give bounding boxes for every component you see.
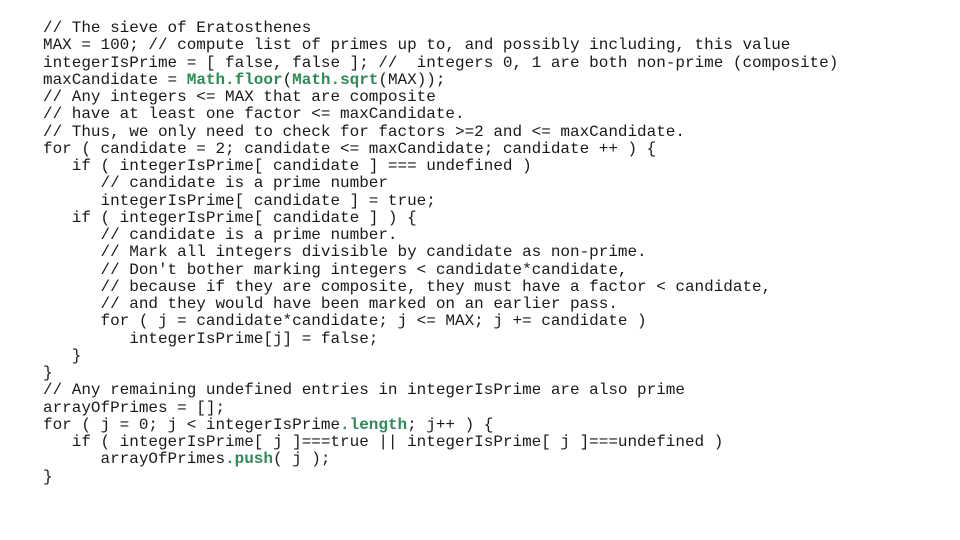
code-line: if ( integerIsPrime[ candidate ] === und… [43,157,838,175]
code-text: if ( integerIsPrime[ candidate ] ) { [43,208,417,227]
code-text: ( [282,70,293,89]
code-text: if ( integerIsPrime[ candidate ] === und… [43,157,532,175]
code-text: for ( j = 0; j < integerIsPrime [43,415,341,434]
builtin-method: .push [225,450,273,469]
code-text: ( j ); [272,450,331,469]
code-text: // Don't bother marking integers < candi… [43,260,628,279]
code-text: for ( j = candidate*candidate; j <= MAX;… [43,312,647,331]
code-text: integerIsPrime[j] = false; [43,329,379,348]
code-line: if ( integerIsPrime[ j ]===true || integ… [43,433,838,451]
code-text: // The sieve of Eratosthenes [43,19,312,37]
code-line: // Don't bother marking integers < candi… [43,260,838,279]
code-text: } [43,467,53,486]
code-line: // candidate is a prime number. [43,226,838,244]
builtin-method: Math.sqrt [292,70,379,89]
code-text: // and they would have been marked on an… [43,295,618,313]
code-text: for ( candidate = 2; candidate <= maxCan… [43,139,657,158]
builtin-method: Math.floor [186,70,283,89]
code-text: integerIsPrime[ candidate ] = true; [43,191,436,210]
code-text: if ( integerIsPrime[ j ]===true || integ… [43,433,724,451]
code-text: } [43,346,82,365]
code-line: for ( j = candidate*candidate; j <= MAX;… [43,313,838,330]
code-line: integerIsPrime[j] = false; [43,329,838,348]
code-line: for ( j = 0; j < integerIsPrime.length; … [43,415,838,434]
code-line: // because if they are composite, they m… [43,277,838,296]
code-line: } [43,364,838,382]
code-line: arrayOfPrimes = []; [43,398,838,417]
code-text: // candidate is a prime number. [43,226,398,244]
code-text: arrayOfPrimes [43,450,226,469]
code-line: // have at least one factor <= maxCandid… [43,106,838,123]
code-line: arrayOfPrimes.push( j ); [43,451,838,468]
code-text: // candidate is a prime number [43,174,388,193]
code-text: integerIsPrime = [ false, false ]; // in… [43,53,839,72]
code-line: for ( candidate = 2; candidate <= maxCan… [43,139,838,158]
code-line: MAX = 100; // compute list of primes up … [43,37,838,54]
code-text: // because if they are composite, they m… [43,277,772,296]
code-line: // The sieve of Eratosthenes [43,19,838,37]
code-text: // Mark all integers divisible by candid… [43,243,647,262]
code-text: arrayOfPrimes = []; [43,398,226,417]
code-line: // Any remaining undefined entries in in… [43,382,838,399]
code-line: } [43,467,838,486]
builtin-method: .length [340,415,408,434]
code-text: } [43,364,53,382]
code-line: // Thus, we only need to check for facto… [43,122,838,141]
code-line: // Any integers <= MAX that are composit… [43,88,838,106]
code-listing: // The sieve of Eratosthenes MAX = 100; /… [43,19,839,486]
code-text: MAX = 100; // compute list of primes up … [43,36,791,55]
code-text: // Any remaining undefined entries in in… [43,381,685,400]
code-line: // candidate is a prime number [43,175,838,192]
code-line: maxCandidate = Math.floor(Math.sqrt(MAX)… [43,70,838,89]
code-text: ; j++ ) { [407,415,494,434]
code-line: if ( integerIsPrime[ candidate ] ) { [43,208,838,227]
code-line: integerIsPrime = [ false, false ]; // in… [43,53,839,72]
code-line: } [43,346,838,365]
code-line: // and they would have been marked on an… [43,295,838,313]
code-text: // have at least one factor <= maxCandid… [43,105,465,124]
code-text: // Any integers <= MAX that are composit… [43,88,436,106]
code-line: // Mark all integers divisible by candid… [43,244,838,261]
code-line: integerIsPrime[ candidate ] = true; [43,191,838,210]
code-text: (MAX)); [378,70,446,89]
code-text: // Thus, we only need to check for facto… [43,122,685,141]
code-text: maxCandidate = [43,70,187,89]
